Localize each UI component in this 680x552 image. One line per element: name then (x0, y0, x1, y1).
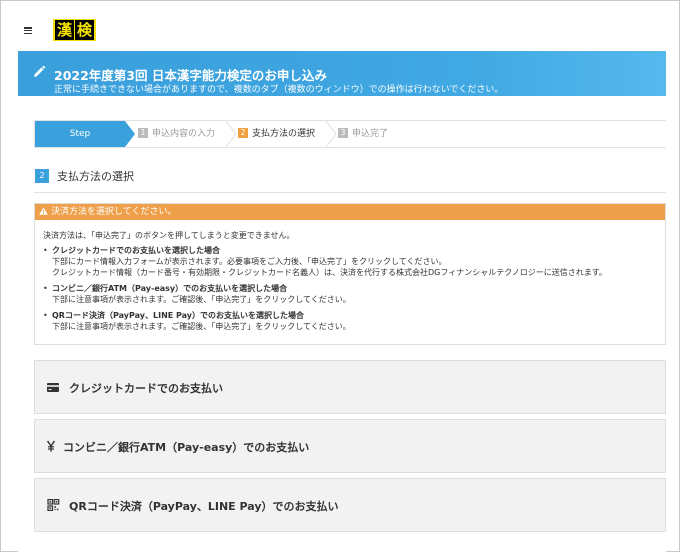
notice-item: QRコード決済（PayPay、LINE Pay）でのお支払いを選択した場合 下部… (43, 310, 663, 332)
qr-code-icon (47, 499, 60, 511)
step-number: 3 (338, 128, 348, 138)
menu-icon[interactable] (24, 27, 32, 34)
step-indicator: Step 1 申込内容の入力 2 支払方法の選択 3 申込完了 (34, 120, 666, 148)
pencil-icon (34, 65, 46, 77)
payment-notice: 決済方法を選択してください。 決済方法は、「申込完了」のボタンを押してしまうと変… (34, 203, 666, 345)
notice-body: 決済方法は、「申込完了」のボタンを押してしまうと変更できません。 クレジットカー… (43, 230, 663, 337)
section-title: 支払方法の選択 (57, 170, 134, 183)
pay-option-label: QRコード決済（PayPay、LINE Pay）でのお支払い (69, 500, 339, 513)
step-1-label: 申込内容の入力 (152, 129, 216, 139)
notice-item-title: QRコード決済（PayPay、LINE Pay）でのお支払いを選択した場合 (52, 311, 305, 320)
yen-icon (46, 440, 56, 452)
step-3-label: 申込完了 (352, 129, 389, 139)
notice-item-text: クレジットカード情報（カード番号・有効期限・クレジットカード名義人）は、決済を代… (52, 268, 607, 277)
chevron-right-icon (325, 121, 337, 147)
step-1: 1 申込内容の入力 (138, 121, 215, 147)
step-2-label: 支払方法の選択 (252, 129, 316, 139)
pay-convenience-store-option[interactable]: コンビニ／銀行ATM（Pay-easy）でのお支払い (34, 419, 666, 473)
step-3: 3 申込完了 (338, 121, 388, 147)
logo-char: 漢 (55, 20, 75, 40)
step-number: 2 (238, 128, 248, 138)
logo-char: 検 (75, 20, 95, 40)
credit-card-icon (47, 383, 59, 392)
pay-option-label: コンビニ／銀行ATM（Pay-easy）でのお支払い (63, 441, 310, 454)
section-number: 2 (35, 169, 49, 183)
kanken-logo[interactable]: 漢 検 (53, 19, 97, 41)
step-number: 1 (138, 128, 148, 138)
notice-intro: 決済方法は、「申込完了」のボタンを押してしまうと変更できません。 (43, 231, 295, 240)
notice-item-text: 下部に注意事項が表示されます。ご確認後、「申込完了」をクリックしてください。 (52, 322, 351, 331)
notice-item-text: 下部に注意事項が表示されます。ご確認後、「申込完了」をクリックしてください。 (52, 295, 351, 304)
step-label: Step (35, 121, 125, 147)
notice-item-title: コンビニ／銀行ATM（Pay-easy）でのお支払いを選択した場合 (52, 284, 288, 293)
title-banner: 2022年度第3回 日本漢字能力検定のお申し込み 正常に手続きできない場合があり… (18, 51, 666, 96)
notice-header: 決済方法を選択してください。 (35, 204, 665, 220)
pay-credit-card-option[interactable]: クレジットカードでのお支払い (34, 360, 666, 414)
section-heading: 2 支払方法の選択 (34, 167, 666, 193)
notice-item-text: 下部にカード情報入力フォームが表示されます。必要事項をご入力後、「申込完了」をク… (52, 257, 447, 266)
step-2: 2 支払方法の選択 (238, 121, 315, 147)
notice-item-title: クレジットカードでのお支払いを選択した場合 (52, 246, 220, 255)
pay-option-label: クレジットカードでのお支払い (69, 382, 223, 395)
notice-list: クレジットカードでのお支払いを選択した場合 下部にカード情報入力フォームが表示さ… (43, 245, 663, 332)
notice-item: コンビニ／銀行ATM（Pay-easy）でのお支払いを選択した場合 下部に注意事… (43, 283, 663, 305)
browser-frame: 漢 検 2022年度第3回 日本漢字能力検定のお申し込み 正常に手続きできない場… (0, 0, 680, 552)
chevron-right-icon (225, 121, 237, 147)
step-label-text: Step (69, 129, 91, 139)
pay-qr-code-option[interactable]: QRコード決済（PayPay、LINE Pay）でのお支払い (34, 478, 666, 532)
notice-header-text: 決済方法を選択してください。 (51, 207, 177, 217)
page: 漢 検 2022年度第3回 日本漢字能力検定のお申し込み 正常に手続きできない場… (18, 1, 666, 552)
chevron-right-icon (125, 121, 135, 147)
notice-item: クレジットカードでのお支払いを選択した場合 下部にカード情報入力フォームが表示さ… (43, 245, 663, 278)
page-subtitle: 正常に手続きできない場合がありますので、複数のタブ（複数のウィンドウ）での操作は… (54, 85, 504, 95)
warning-icon (39, 207, 48, 215)
